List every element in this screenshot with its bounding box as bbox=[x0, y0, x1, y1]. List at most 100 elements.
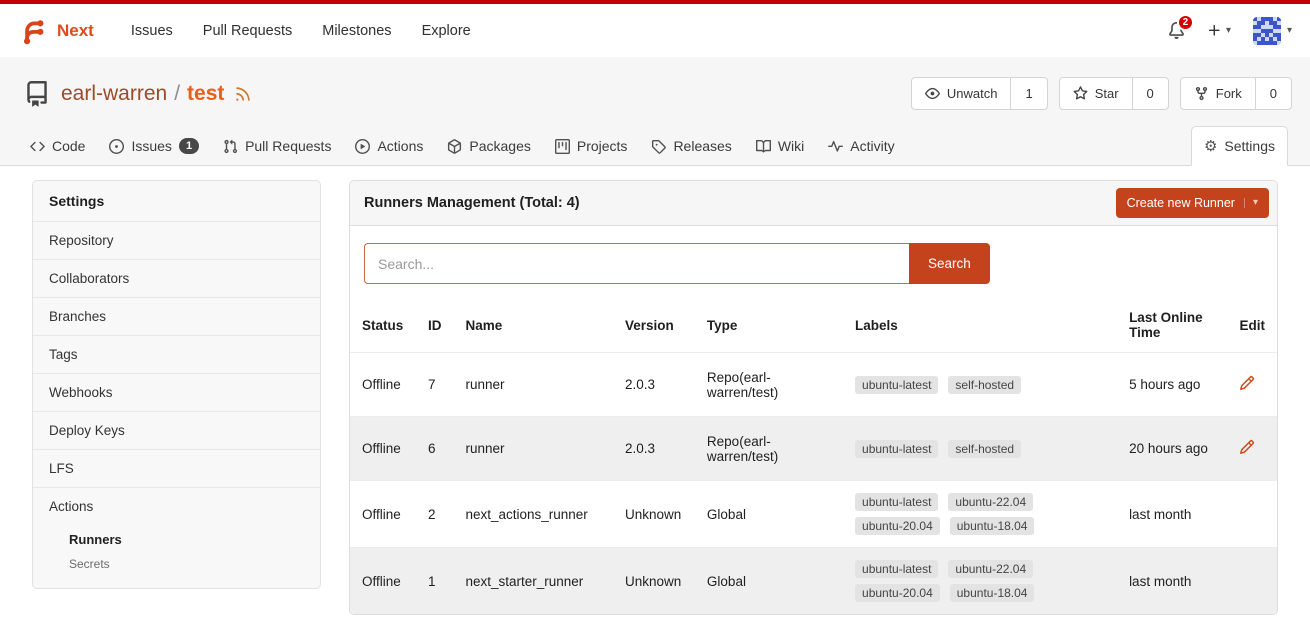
runner-type: Global bbox=[695, 548, 843, 615]
create-runner-label: Create new Runner bbox=[1127, 196, 1235, 210]
runner-last-online: last month bbox=[1117, 481, 1227, 548]
star-count[interactable]: 0 bbox=[1132, 78, 1168, 109]
col-last-online-time: Last Online Time bbox=[1117, 298, 1227, 353]
sidebar-item-branches[interactable]: Branches bbox=[33, 297, 320, 335]
sidebar-item-repository[interactable]: Repository bbox=[33, 221, 320, 259]
runner-labels: ubuntu-latest ubuntu-22.04 ubuntu-20.04 … bbox=[855, 493, 1060, 535]
tab-packages-label: Packages bbox=[469, 138, 530, 154]
sidebar-item-tags[interactable]: Tags bbox=[33, 335, 320, 373]
runner-last-online: 5 hours ago bbox=[1117, 353, 1227, 417]
fork-button-group: Fork 0 bbox=[1180, 77, 1292, 110]
runner-id: 2 bbox=[416, 481, 454, 548]
tab-releases[interactable]: Releases bbox=[639, 127, 743, 165]
home-link[interactable]: Next bbox=[18, 16, 94, 46]
label-badge: ubuntu-latest bbox=[855, 440, 938, 458]
star-button-group: Star 0 bbox=[1059, 77, 1169, 110]
runner-version: Unknown bbox=[613, 548, 695, 615]
tab-packages[interactable]: Packages bbox=[435, 127, 542, 165]
runner-version: Unknown bbox=[613, 481, 695, 548]
notification-count-badge: 2 bbox=[1177, 14, 1194, 31]
fork-count[interactable]: 0 bbox=[1255, 78, 1291, 109]
sidebar-subitem-runners[interactable]: Runners bbox=[69, 527, 304, 552]
tab-pull-requests[interactable]: Pull Requests bbox=[211, 127, 343, 165]
runner-status: Offline bbox=[350, 481, 416, 548]
sidebar-item-collaborators[interactable]: Collaborators bbox=[33, 259, 320, 297]
tab-issues[interactable]: Issues 1 bbox=[97, 127, 211, 165]
package-icon bbox=[447, 139, 462, 154]
sidebar-item-webhooks[interactable]: Webhooks bbox=[33, 373, 320, 411]
brand-text: Next bbox=[57, 21, 94, 41]
nav-link-explore[interactable]: Explore bbox=[407, 13, 486, 49]
runners-panel: Runners Management (Total: 4) Create new… bbox=[349, 180, 1278, 615]
sidebar-item-lfs[interactable]: LFS bbox=[33, 449, 320, 487]
forgejo-logo-icon bbox=[18, 16, 48, 46]
tab-issues-label: Issues bbox=[131, 138, 171, 154]
runner-search-button[interactable]: Search bbox=[909, 243, 990, 284]
col-status: Status bbox=[350, 298, 416, 353]
edit-runner-button[interactable] bbox=[1239, 439, 1255, 455]
plus-icon bbox=[1207, 23, 1222, 38]
col-id: ID bbox=[416, 298, 454, 353]
fork-button[interactable]: Fork bbox=[1181, 78, 1255, 109]
repo-name-link[interactable]: test bbox=[187, 82, 224, 106]
star-button[interactable]: Star bbox=[1060, 78, 1132, 109]
watch-count[interactable]: 1 bbox=[1010, 78, 1046, 109]
fork-label: Fork bbox=[1216, 86, 1242, 101]
tab-settings[interactable]: ⚙ Settings bbox=[1191, 126, 1288, 166]
tab-projects[interactable]: Projects bbox=[543, 127, 640, 165]
tab-code[interactable]: Code bbox=[18, 127, 97, 165]
navbar-right: 2 ▾ bbox=[1168, 17, 1292, 45]
repo-action-buttons: Unwatch 1 Star 0 Fork bbox=[911, 77, 1292, 110]
runner-labels: ubuntu-latest self-hosted bbox=[855, 376, 1060, 394]
runner-labels: ubuntu-latest self-hosted bbox=[855, 440, 1060, 458]
tab-wiki[interactable]: Wiki bbox=[744, 127, 816, 165]
label-badge: ubuntu-22.04 bbox=[948, 493, 1033, 511]
nav-link-milestones[interactable]: Milestones bbox=[307, 13, 406, 49]
repo-owner-link[interactable]: earl-warren bbox=[61, 82, 167, 106]
tab-actions[interactable]: Actions bbox=[343, 127, 435, 165]
code-icon bbox=[30, 139, 45, 154]
sidebar-header: Settings bbox=[33, 181, 320, 221]
create-runner-button[interactable]: Create new Runner ▾ bbox=[1116, 188, 1269, 218]
runner-name: runner bbox=[453, 417, 613, 481]
sidebar-item-deploy-keys[interactable]: Deploy Keys bbox=[33, 411, 320, 449]
play-circle-icon bbox=[355, 139, 370, 154]
col-type: Type bbox=[695, 298, 843, 353]
tab-projects-label: Projects bbox=[577, 138, 628, 154]
eye-icon bbox=[925, 86, 940, 101]
rss-icon[interactable] bbox=[234, 85, 252, 103]
sidebar-item-actions[interactable]: Actions bbox=[33, 487, 320, 525]
nav-link-issues[interactable]: Issues bbox=[116, 13, 188, 49]
sidebar-subitem-secrets[interactable]: Secrets bbox=[69, 552, 304, 576]
user-menu[interactable]: ▾ bbox=[1253, 17, 1292, 45]
repo-tab-bar: Code Issues 1 Pull Requests Actions Pa bbox=[18, 126, 1292, 165]
gear-icon: ⚙ bbox=[1204, 139, 1217, 154]
label-badge: ubuntu-20.04 bbox=[855, 517, 940, 535]
edit-runner-button[interactable] bbox=[1239, 375, 1255, 391]
tab-activity[interactable]: Activity bbox=[816, 127, 906, 165]
col-version: Version bbox=[613, 298, 695, 353]
chevron-down-icon: ▾ bbox=[1244, 198, 1258, 208]
runner-row: Offline 6 runner 2.0.3 Repo(earl-warren/… bbox=[350, 417, 1277, 481]
notifications-button[interactable]: 2 bbox=[1168, 22, 1185, 39]
nav-link-pull-requests[interactable]: Pull Requests bbox=[188, 13, 307, 49]
col-edit: Edit bbox=[1227, 298, 1277, 353]
repo-icon bbox=[24, 81, 50, 107]
runner-search-input[interactable] bbox=[364, 243, 909, 284]
chevron-down-icon: ▾ bbox=[1287, 26, 1292, 36]
runner-row: Offline 2 next_actions_runner Unknown Gl… bbox=[350, 481, 1277, 548]
label-badge: self-hosted bbox=[948, 376, 1021, 394]
create-new-dropdown[interactable]: ▾ bbox=[1207, 23, 1231, 38]
runners-panel-header: Runners Management (Total: 4) Create new… bbox=[350, 181, 1277, 226]
runner-last-online: 20 hours ago bbox=[1117, 417, 1227, 481]
runner-name: runner bbox=[453, 353, 613, 417]
label-badge: self-hosted bbox=[948, 440, 1021, 458]
runner-id: 1 bbox=[416, 548, 454, 615]
unwatch-button[interactable]: Unwatch bbox=[912, 78, 1011, 109]
repo-header: earl-warren / test Unwatch 1 bbox=[0, 57, 1310, 166]
settings-content: Settings Repository Collaborators Branch… bbox=[0, 166, 1310, 629]
fork-icon bbox=[1194, 86, 1209, 101]
watch-button-group: Unwatch 1 bbox=[911, 77, 1048, 110]
runner-status: Offline bbox=[350, 548, 416, 615]
runner-row: Offline 7 runner 2.0.3 Repo(earl-warren/… bbox=[350, 353, 1277, 417]
